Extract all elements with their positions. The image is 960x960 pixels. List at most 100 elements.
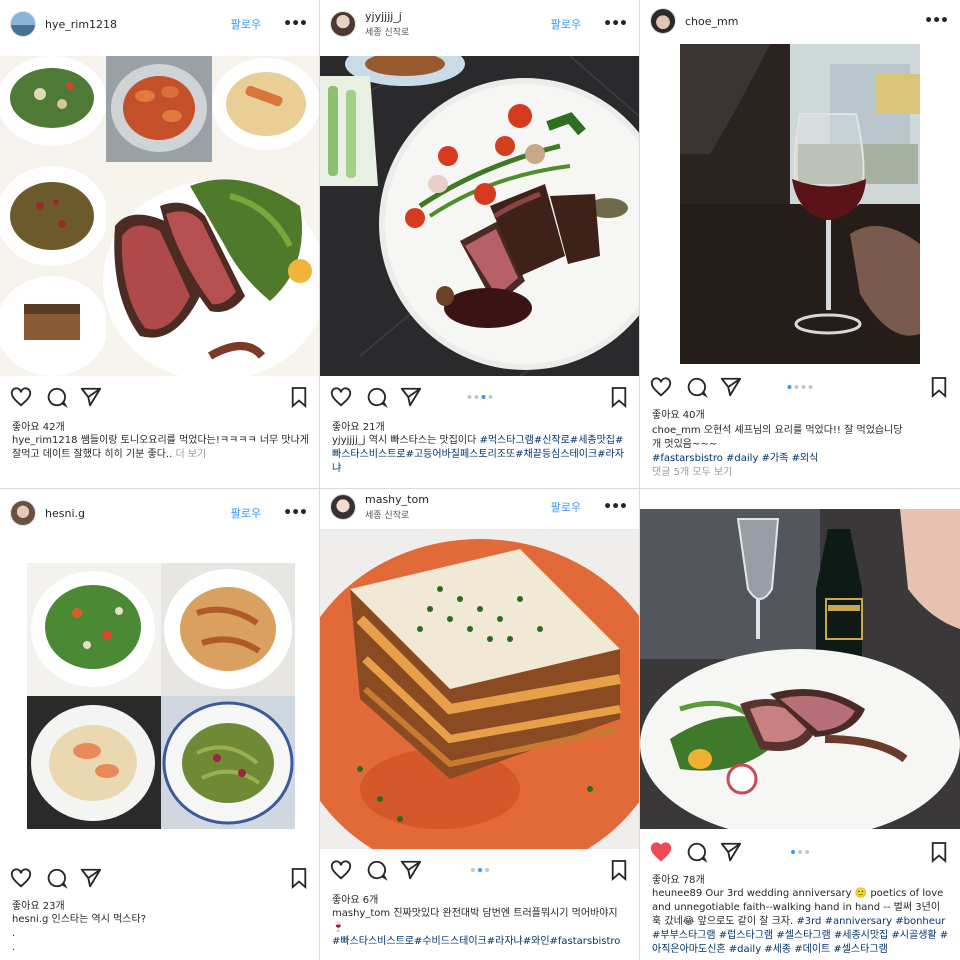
caption-username[interactable]: hesni.g [12, 914, 48, 925]
comment-icon[interactable] [46, 867, 68, 889]
post-photo[interactable] [640, 509, 960, 829]
bookmark-icon[interactable] [290, 386, 308, 408]
post-header: yjyjjjj_j 세종 신작로 팔로우 ••• [320, 0, 639, 48]
view-comments-link[interactable]: 댓글 5개 모두 보기 [652, 467, 732, 478]
post-caption: mashy_tom 진짜맛있다 완전대박 담번엔 트러플뭐시기 먹어바야지🍷 #… [332, 907, 629, 957]
username[interactable]: choe_mm [685, 15, 924, 28]
more-link[interactable]: 더 보기 [175, 449, 206, 460]
more-options-icon[interactable]: ••• [603, 500, 628, 514]
username[interactable]: hesni.g [45, 507, 231, 520]
likes-count[interactable]: 좋아요 21개 [332, 418, 385, 433]
caption-username[interactable]: heunee89 [652, 888, 702, 899]
follow-button[interactable]: 팔로우 [231, 16, 261, 32]
post-caption: hesni.g 인스타는 역시 먹스타? . . [12, 913, 309, 957]
avatar[interactable] [330, 494, 356, 520]
comment-icon[interactable] [46, 386, 68, 408]
bookmark-icon[interactable] [610, 386, 628, 408]
post-card: hye_rim1218 팔로우 ••• 좋아요 42개 hye_rim1218 … [0, 0, 319, 488]
likes-count[interactable]: 좋아요 40개 [652, 406, 705, 421]
caption-username[interactable]: yjyjjjj_j [332, 435, 366, 446]
paper-plane-icon[interactable] [400, 386, 422, 408]
follow-button[interactable]: 팔로우 [551, 499, 581, 515]
location[interactable]: 세종 신작로 [365, 25, 551, 38]
food-collage-image [0, 56, 319, 376]
bookmark-icon[interactable] [930, 841, 948, 863]
post-card: mashy_tom 세종 신작로 팔로우 ••• 좋아요 6개 mashy_to… [320, 489, 639, 960]
paper-plane-icon[interactable] [720, 841, 742, 863]
caption-text-line2: 개 멋있음~~~ [652, 439, 718, 450]
post-actions [320, 386, 639, 412]
likes-count[interactable]: 좋아요 6개 [332, 891, 378, 906]
caption-hashtags[interactable]: #빠스타스비스트로#수비드스테이크#라자냐#와인#fastarsbistro [332, 936, 620, 947]
likes-count[interactable]: 좋아요 78개 [652, 871, 705, 886]
pasta-collage-image [27, 563, 295, 829]
post-header: mashy_tom 세종 신작로 팔로우 ••• [320, 489, 639, 525]
location[interactable]: 세종 신작로 [365, 508, 551, 521]
post-actions [0, 867, 319, 893]
avatar[interactable] [10, 11, 36, 37]
bookmark-icon[interactable] [930, 376, 948, 398]
carousel-dots [467, 395, 492, 399]
caption-extra: . [12, 928, 16, 939]
lasagna-image [320, 529, 639, 849]
post-photo-collage[interactable] [0, 56, 319, 376]
avatar[interactable] [10, 500, 36, 526]
likes-count[interactable]: 좋아요 42개 [12, 418, 65, 433]
comment-icon[interactable] [366, 859, 388, 881]
likes-count[interactable]: 좋아요 23개 [12, 897, 65, 912]
post-caption: hye_rim1218 쌤들이랑 토니오요리를 먹었다는!ㅋㅋㅋㅋ 너무 맛나게… [12, 434, 309, 478]
duck-wine-image [640, 509, 960, 829]
bookmark-icon[interactable] [610, 859, 628, 881]
post-actions [320, 859, 639, 885]
username[interactable]: yjyjjjj_j [365, 10, 551, 23]
post-photo[interactable] [320, 56, 639, 376]
post-actions [640, 841, 960, 867]
wine-glass-image [680, 44, 920, 364]
carousel-dots [470, 868, 489, 872]
heart-icon-liked[interactable] [650, 841, 672, 863]
post-card: yjyjjjj_j 세종 신작로 팔로우 ••• 좋아요 21개 yjyjjjj… [320, 0, 639, 488]
paper-plane-icon[interactable] [80, 386, 102, 408]
more-options-icon[interactable]: ••• [283, 506, 308, 520]
post-card: 좋아요 78개 heunee89 Our 3rd wedding anniver… [640, 489, 960, 960]
username[interactable]: hye_rim1218 [45, 18, 231, 31]
caption-extra: . [12, 942, 16, 953]
more-options-icon[interactable]: ••• [603, 17, 628, 31]
caption-text: 인스타는 역시 먹스타? [51, 914, 146, 925]
avatar[interactable] [650, 8, 676, 34]
post-header: choe_mm ••• [640, 0, 960, 42]
paper-plane-icon[interactable] [720, 376, 742, 398]
post-card: choe_mm ••• 좋아요 40개 choe_mm 오현석 셰프님의 요리를… [640, 0, 960, 488]
heart-icon[interactable] [10, 867, 32, 889]
caption-text: 오현석 셰프님의 요리를 먹었다!! 잘 먹었습니당 [703, 425, 903, 436]
comment-icon[interactable] [686, 841, 708, 863]
caption-username[interactable]: choe_mm [652, 425, 701, 436]
follow-button[interactable]: 팔로우 [231, 505, 261, 521]
post-photo[interactable] [320, 529, 639, 849]
follow-button[interactable]: 팔로우 [551, 16, 581, 32]
comment-icon[interactable] [686, 376, 708, 398]
carousel-dots [791, 850, 809, 854]
post-header: hye_rim1218 팔로우 ••• [0, 0, 319, 48]
paper-plane-icon[interactable] [80, 867, 102, 889]
heart-icon[interactable] [330, 859, 352, 881]
caption-username[interactable]: hye_rim1218 [12, 435, 78, 446]
heart-icon[interactable] [650, 376, 672, 398]
bookmark-icon[interactable] [290, 867, 308, 889]
paper-plane-icon[interactable] [400, 859, 422, 881]
heart-icon[interactable] [330, 386, 352, 408]
heart-icon[interactable] [10, 386, 32, 408]
comment-icon[interactable] [366, 386, 388, 408]
carousel-dots [787, 385, 813, 389]
steak-plate-image [320, 56, 639, 376]
post-photo[interactable] [680, 44, 920, 364]
caption-hashtags[interactable]: #fastarsbistro #daily #가족 #외식 [652, 453, 818, 464]
post-caption: yjyjjjj_j 역시 빠스타스는 맛집이다 #먹스타그램#신작로#세종맛집#… [332, 434, 629, 478]
more-options-icon[interactable]: ••• [924, 14, 949, 28]
username[interactable]: mashy_tom [365, 493, 551, 506]
caption-username[interactable]: mashy_tom [332, 908, 390, 919]
avatar[interactable] [330, 11, 356, 37]
more-options-icon[interactable]: ••• [283, 17, 308, 31]
post-card: hesni.g 팔로우 ••• 좋아요 23개 hesni.g 인스타는 역시 … [0, 489, 319, 960]
post-photo-collage[interactable] [27, 563, 295, 829]
